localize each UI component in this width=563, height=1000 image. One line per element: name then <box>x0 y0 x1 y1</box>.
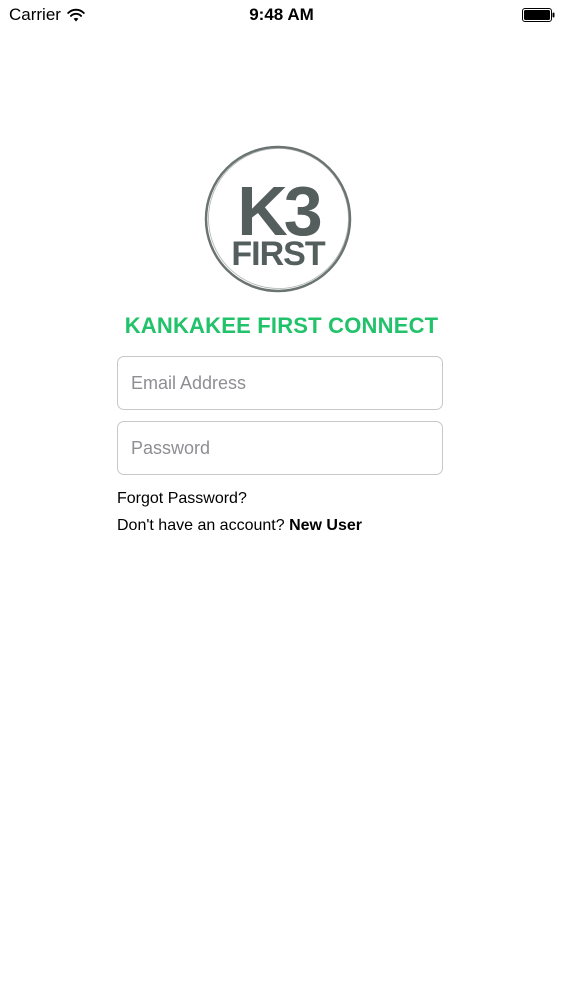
status-bar: Carrier 9:48 AM <box>0 0 563 30</box>
email-field[interactable] <box>117 356 443 410</box>
app-title: KANKAKEE FIRST CONNECT <box>124 313 439 338</box>
password-field[interactable] <box>117 421 443 475</box>
status-time: 9:48 AM <box>249 5 314 24</box>
logo-first-text: FIRST <box>231 235 325 273</box>
new-user-link[interactable]: New User <box>289 517 362 534</box>
signup-prompt: Don't have an account? <box>117 517 285 534</box>
login-screen: Carrier 9:48 AM K3 FIRST KANKAKEE FIRST … <box>0 0 563 1000</box>
battery-icon <box>522 8 555 22</box>
signup-row: Don't have an account? New User <box>117 516 362 536</box>
forgot-password-link[interactable]: Forgot Password? <box>117 489 247 509</box>
k3-first-logo: K3 FIRST <box>204 145 352 293</box>
